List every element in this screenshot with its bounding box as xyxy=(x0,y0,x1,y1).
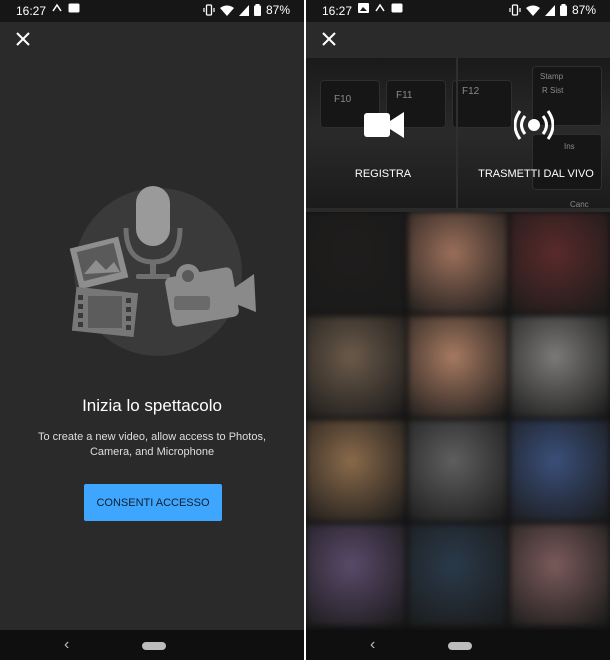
lens-divider xyxy=(456,58,458,208)
battery-icon xyxy=(559,4,567,16)
gallery-thumbnail[interactable] xyxy=(408,316,508,418)
status-right: 87% xyxy=(509,3,596,17)
cell-signal-icon xyxy=(238,4,249,16)
status-right: 87% xyxy=(203,3,290,17)
back-icon[interactable]: ‹ xyxy=(64,636,69,654)
battery-level: 87% xyxy=(265,3,290,17)
video-camera-icon xyxy=(165,264,256,327)
video-camera-icon[interactable] xyxy=(364,110,404,140)
key-label: Ins xyxy=(564,142,575,151)
key-label: Stamp xyxy=(540,72,564,81)
wifi-icon xyxy=(525,5,540,16)
gallery-thumbnail[interactable] xyxy=(510,420,610,522)
status-bar: 16:27 87% xyxy=(306,0,610,22)
signal-shape-icon xyxy=(375,3,385,12)
cell-signal-icon xyxy=(544,4,555,16)
film-icon xyxy=(71,286,139,338)
image-notification-icon xyxy=(358,3,369,13)
notification-icons xyxy=(358,3,403,13)
record-mode-label[interactable]: REGISTRA xyxy=(340,168,426,180)
notification-icons xyxy=(52,3,80,13)
key-label: R Sist xyxy=(542,86,564,95)
back-icon[interactable]: ‹ xyxy=(370,636,375,654)
status-time: 16:27 xyxy=(16,4,47,18)
home-pill-icon[interactable] xyxy=(448,642,472,650)
close-icon[interactable] xyxy=(320,30,338,48)
gallery-thumbnail[interactable] xyxy=(306,420,406,522)
gallery-thumbnail[interactable] xyxy=(408,212,508,314)
close-icon[interactable] xyxy=(14,30,32,48)
gallery-thumbnail[interactable] xyxy=(510,316,610,418)
live-mode-label[interactable]: TRASMETTI DAL VIVO xyxy=(476,168,596,180)
phone-screen-camera: 16:27 87% F10 F11 F12 Stamp R Sist Ins C… xyxy=(306,0,610,660)
status-time: 16:27 xyxy=(322,4,353,18)
gallery-thumbnail[interactable] xyxy=(408,524,508,626)
gallery-thumbnail[interactable] xyxy=(510,212,610,314)
wifi-icon xyxy=(219,5,234,16)
key-label: F11 xyxy=(396,90,413,101)
page-title: Inizia lo spettacolo xyxy=(82,396,222,415)
phone-screen-permission: 16:27 87% Inizia lo spettacolo To create… xyxy=(0,0,304,660)
status-bar: 16:27 87% xyxy=(0,0,304,22)
gallery-thumbnail[interactable] xyxy=(408,420,508,522)
key-label: Canc xyxy=(570,200,589,208)
vibrate-icon xyxy=(203,4,215,16)
gallery-thumbnail[interactable] xyxy=(306,316,406,418)
battery-icon xyxy=(253,4,261,16)
battery-level: 87% xyxy=(571,3,596,17)
home-pill-icon[interactable] xyxy=(142,642,166,650)
photo-gallery-grid xyxy=(306,212,610,630)
permission-description: To create a new video, allow access to P… xyxy=(37,431,267,458)
create-illustration xyxy=(69,186,256,356)
gallery-thumbnail[interactable] xyxy=(510,524,610,626)
os-badge-icon xyxy=(391,3,403,13)
navigation-bar: ‹ xyxy=(306,630,610,660)
keyboard-key xyxy=(452,80,512,128)
gallery-thumbnail[interactable] xyxy=(306,524,406,626)
key-label: F10 xyxy=(334,94,352,105)
allow-access-button[interactable]: CONSENTI ACCESSO xyxy=(84,484,222,521)
os-badge-icon xyxy=(68,3,80,13)
key-label: F12 xyxy=(462,86,480,97)
vibrate-icon xyxy=(509,4,521,16)
camera-preview[interactable]: F10 F11 F12 Stamp R Sist Ins Canc REGIST… xyxy=(306,58,610,208)
live-broadcast-icon[interactable] xyxy=(514,108,554,142)
gallery-thumbnail[interactable] xyxy=(306,212,406,314)
navigation-bar: ‹ xyxy=(0,630,304,660)
signal-shape-icon xyxy=(52,3,62,12)
